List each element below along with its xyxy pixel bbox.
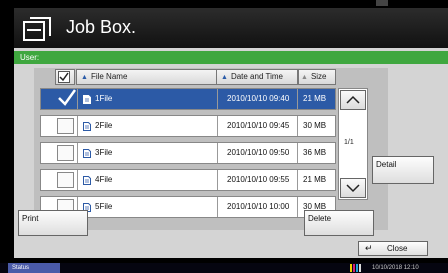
row-checkbox[interactable] — [57, 89, 77, 107]
table-row[interactable]: 2File 2010/10/10 09:45 30 MB — [40, 115, 336, 137]
file-name: 2File — [95, 121, 113, 130]
scrollbar: 1/1 — [338, 88, 368, 200]
column-divider — [77, 143, 78, 163]
column-divider — [77, 170, 78, 190]
file-table: ▲ File Name ▲ Date and Time ▲ Size 1File 201… — [34, 68, 388, 230]
file-date: 2010/10/10 09:55 — [227, 175, 290, 184]
job-box-icon — [23, 17, 51, 41]
file-name: 3File — [95, 148, 113, 157]
file-icon — [83, 95, 91, 104]
print-button[interactable]: Print — [18, 210, 88, 236]
detail-button[interactable]: Detail — [372, 156, 434, 184]
status-button[interactable]: Status — [8, 263, 60, 273]
column-divider — [217, 116, 218, 136]
delete-button[interactable]: Delete — [304, 210, 374, 236]
file-date: 2010/10/10 09:50 — [227, 148, 290, 157]
file-size: 36 MB — [303, 148, 327, 157]
column-divider — [297, 116, 298, 136]
column-divider — [297, 197, 298, 217]
file-icon — [83, 149, 91, 158]
toner-status-icon — [350, 264, 361, 272]
column-divider — [217, 197, 218, 217]
close-bar: ↵ Close — [14, 240, 448, 258]
main-panel: User: ▲ File Name ▲ Date and Time ▲ Size 1F… — [14, 48, 448, 256]
file-name: 1File — [95, 94, 113, 103]
file-icon — [83, 122, 91, 131]
file-icon — [83, 176, 91, 185]
select-all-icon — [58, 71, 70, 83]
file-date: 2010/10/10 09:40 — [227, 94, 290, 103]
header-date-time[interactable]: ▲ Date and Time — [216, 69, 298, 85]
chevron-up-icon — [346, 95, 360, 104]
file-name: 4File — [95, 175, 113, 184]
header-size[interactable]: ▲ Size — [298, 69, 336, 85]
table-row[interactable]: 3File 2010/10/10 09:50 36 MB — [40, 142, 336, 164]
row-checkbox[interactable] — [57, 172, 74, 188]
file-size: 21 MB — [303, 175, 327, 184]
file-size: 21 MB — [303, 94, 327, 103]
column-divider — [297, 143, 298, 163]
column-divider — [217, 143, 218, 163]
file-date: 2010/10/10 10:00 — [227, 202, 290, 211]
job-box-screen: Job Box. User: ▲ File Name ▲ Date and Time… — [0, 0, 448, 273]
column-divider — [297, 170, 298, 190]
file-date: 2010/10/10 09:45 — [227, 121, 290, 130]
clock: 10/10/2018 12:10 — [372, 265, 419, 271]
row-checkbox[interactable] — [57, 145, 74, 161]
column-divider — [217, 170, 218, 190]
scroll-up-button[interactable] — [340, 90, 366, 110]
page-indicator: 1/1 — [344, 139, 354, 146]
page-title: Job Box. — [66, 17, 137, 37]
user-bar: User: — [14, 51, 448, 64]
close-button[interactable]: ↵ Close — [358, 241, 428, 256]
sort-asc-icon: ▲ — [81, 74, 88, 81]
top-strip — [0, 0, 448, 8]
sort-icon: ▲ — [301, 74, 308, 81]
user-label: User: — [20, 53, 40, 62]
row-checkbox[interactable] — [57, 118, 74, 134]
column-divider — [77, 116, 78, 136]
column-divider — [217, 89, 218, 109]
column-divider — [297, 89, 298, 109]
table-row[interactable]: 4File 2010/10/10 09:55 21 MB — [40, 169, 336, 191]
table-row[interactable]: 1File 2010/10/10 09:40 21 MB — [40, 88, 336, 110]
chevron-down-icon — [346, 184, 360, 193]
top-indicator — [376, 0, 388, 6]
file-name: 5File — [95, 202, 113, 211]
scroll-down-button[interactable] — [340, 178, 366, 198]
checkmark-icon — [58, 89, 77, 106]
sort-asc-icon: ▲ — [221, 74, 228, 81]
enter-icon: ↵ — [365, 243, 373, 253]
column-divider — [77, 89, 78, 109]
select-all-checkbox[interactable] — [55, 69, 75, 85]
status-bar: Status 10/10/2018 12:10 — [0, 263, 448, 273]
file-size: 30 MB — [303, 121, 327, 130]
title-bar: Job Box. — [14, 8, 448, 48]
